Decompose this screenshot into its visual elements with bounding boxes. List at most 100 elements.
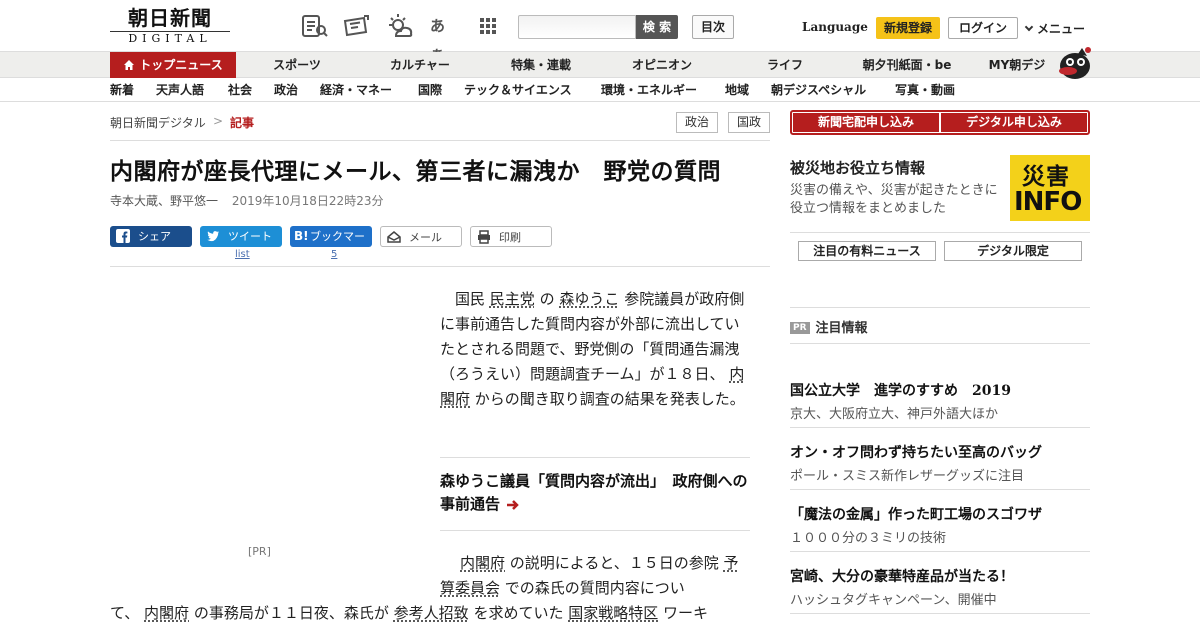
tag-politics[interactable]: 政治 — [676, 112, 718, 133]
nav-special[interactable]: 朝デジスペシャル — [771, 78, 866, 102]
print-button[interactable]: 印刷 — [470, 226, 552, 247]
logo-main: 朝日新聞 — [128, 6, 212, 30]
divider — [110, 266, 770, 267]
article-authors: 寺本大蔵、野平悠一 — [110, 194, 219, 208]
hatena-count[interactable]: 5 — [331, 249, 337, 260]
twitter-share-button[interactable]: ツイート — [200, 226, 282, 247]
ad-pr-label: [PR] — [248, 545, 271, 558]
divider — [790, 489, 1090, 490]
pr-item-sub: １０００分の３ミリの技術 — [790, 531, 947, 546]
nav-my-asadigi[interactable]: MY朝デジ — [982, 52, 1052, 78]
disaster-logo-top: 災害 — [1022, 164, 1070, 190]
breadcrumb-home[interactable]: 朝日新聞デジタル — [110, 114, 206, 131]
hatena-bookmark-label: ブックマーク — [310, 230, 365, 264]
pr-item-title[interactable]: 宮崎、大分の豪華特産品が当たる！ — [790, 566, 1014, 586]
hatena-bookmark-button[interactable]: B! ブックマーク — [290, 226, 372, 264]
divider — [440, 457, 750, 458]
disaster-info-logo[interactable]: 災害 INFO — [1010, 155, 1090, 221]
disaster-logo-bottom: INFO — [1014, 187, 1082, 217]
nav-environment[interactable]: 環境・エネルギー — [601, 78, 697, 102]
divider — [790, 613, 1090, 614]
hatena-icon: B! — [294, 229, 309, 243]
font-size-icon[interactable]: あぁ — [430, 12, 458, 63]
newspaper-icon[interactable] — [300, 12, 328, 40]
signup-button[interactable]: 新規登録 — [876, 17, 940, 39]
nav-top-news[interactable]: トップニュース — [110, 52, 236, 78]
person-link[interactable]: 森ゆうこ — [559, 290, 619, 308]
divider — [440, 530, 750, 531]
nav-life[interactable]: ライフ — [760, 52, 810, 78]
nav-culture[interactable]: カルチャー — [380, 52, 460, 78]
pr-item-title[interactable]: オン・オフ問わず持ちたい至高のバッグ — [790, 442, 1042, 462]
cabinet-office-link[interactable]: 内閣府 — [460, 554, 505, 572]
site-logo[interactable]: 朝日新聞 DIGITAL — [110, 6, 230, 48]
search-button[interactable]: 検 索 — [636, 15, 678, 39]
toc-button[interactable]: 目次 — [692, 15, 734, 39]
nav-region[interactable]: 地域 — [725, 78, 749, 102]
party-link[interactable]: 民主党 — [490, 290, 535, 308]
site-header: 朝日新聞 DIGITAL あぁ 検 索 目次 Language 新規登録 ログイ… — [0, 0, 1200, 63]
article-paragraph: て、 内閣府 の事務局が１１日夜、森氏が 参考人招致 を求めていた 国家戦略特区… — [110, 604, 709, 622]
breadcrumb-current: 記事 — [230, 116, 255, 130]
pr-item-title[interactable]: 「魔法の金属」作った町工場のスゴワザ — [790, 504, 1042, 524]
facebook-share-button[interactable]: シェア — [110, 226, 192, 247]
print-icon — [477, 230, 491, 244]
divider — [790, 551, 1090, 552]
ticket-icon[interactable] — [342, 12, 370, 40]
newspaper-delivery-button[interactable]: 新聞宅配申し込み — [793, 113, 939, 132]
logo-sub: DIGITAL — [110, 31, 230, 46]
paid-news-button[interactable]: 注目の有料ニュース — [798, 241, 936, 261]
language-link[interactable]: Language — [802, 20, 868, 34]
nav-latest[interactable]: 新着 — [110, 78, 134, 102]
mascot-icon[interactable] — [1054, 44, 1092, 80]
disaster-info-title[interactable]: 被災地お役立ち情報 — [790, 157, 925, 178]
weather-icon[interactable] — [386, 12, 414, 40]
article-byline: 寺本大蔵、野平悠一 2019年10月18日22時23分 — [110, 192, 383, 209]
menu-button[interactable]: メニュー — [1024, 20, 1086, 37]
twitter-icon — [206, 229, 220, 243]
mail-share-button[interactable]: メール — [380, 226, 462, 247]
article-paragraph: 国民 民主党 の 森ゆうこ 参院議員が政府側に事前通告した質問内容が外部に流出し… — [440, 290, 745, 408]
cabinet-office-link[interactable]: 内閣府 — [144, 604, 189, 622]
pr-item-sub: 京大、大阪府立大、神戸外語大ほか — [790, 407, 999, 422]
menu-label: メニュー — [1037, 22, 1086, 36]
arrow-right-icon — [506, 495, 520, 518]
nav-sports[interactable]: スポーツ — [262, 52, 332, 78]
search-input[interactable] — [518, 15, 636, 39]
nav-photo-video[interactable]: 写真・動画 — [895, 78, 955, 102]
article-title: 内閣府が座長代理にメール、第三者に漏洩か 野党の質問 — [110, 159, 721, 185]
article-paragraph: 内閣府 の説明によると、１５日の参院 予算委員会 での森氏の質問内容につい — [440, 554, 739, 597]
strategic-zone-link[interactable]: 国家戦略特区 — [568, 604, 658, 622]
divider — [790, 427, 1090, 428]
digital-signup-button[interactable]: デジタル申し込み — [941, 113, 1087, 132]
nav-international[interactable]: 国際 — [418, 78, 442, 102]
nav-tenseijingo[interactable]: 天声人語 — [156, 78, 204, 102]
nav-top-news-label: トップニュース — [139, 58, 223, 72]
nav-opinion[interactable]: オピニオン — [622, 52, 702, 78]
tag-national-politics[interactable]: 国政 — [728, 112, 770, 133]
related-article-link[interactable]: 森ゆうこ議員「質問内容が流出」 政府側への事前通告 — [440, 470, 750, 518]
nav-paper[interactable]: 朝夕刊紙面・be — [852, 52, 962, 78]
pr-item-sub: ハッシュタグキャンペーン、開催中 — [790, 593, 997, 608]
nav-politics[interactable]: 政治 — [274, 78, 298, 102]
twitter-count[interactable]: list — [235, 249, 250, 260]
nav-features[interactable]: 特集・連載 — [500, 52, 582, 78]
chevron-down-icon — [1024, 22, 1034, 32]
divider — [790, 307, 1090, 308]
primary-nav: トップニュース スポーツ カルチャー 特集・連載 オピニオン ライフ 朝夕刊紙面… — [0, 52, 1200, 78]
secondary-nav: 新着 天声人語 社会 政治 経済・マネー 国際 テック＆サイエンス 環境・エネル… — [0, 78, 1200, 102]
digital-only-button[interactable]: デジタル限定 — [944, 241, 1082, 261]
mail-share-label: メール — [409, 231, 442, 244]
divider — [790, 343, 1090, 344]
nav-tech-science[interactable]: テック＆サイエンス — [464, 78, 572, 102]
subscription-box: 新聞宅配申し込み デジタル申し込み — [790, 110, 1090, 135]
witness-summons-link[interactable]: 参考人招致 — [394, 604, 469, 622]
nav-society[interactable]: 社会 — [228, 78, 252, 102]
pr-item-title[interactable]: 国公立大学 進学のすすめ 2019 — [790, 380, 1011, 400]
nav-economy[interactable]: 経済・マネー — [320, 78, 392, 102]
print-label: 印刷 — [499, 231, 521, 244]
pr-heading: PR 注目情報 — [790, 317, 868, 336]
home-icon — [123, 54, 135, 80]
apps-grid-icon[interactable] — [474, 12, 502, 40]
login-button[interactable]: ログイン — [948, 17, 1018, 39]
